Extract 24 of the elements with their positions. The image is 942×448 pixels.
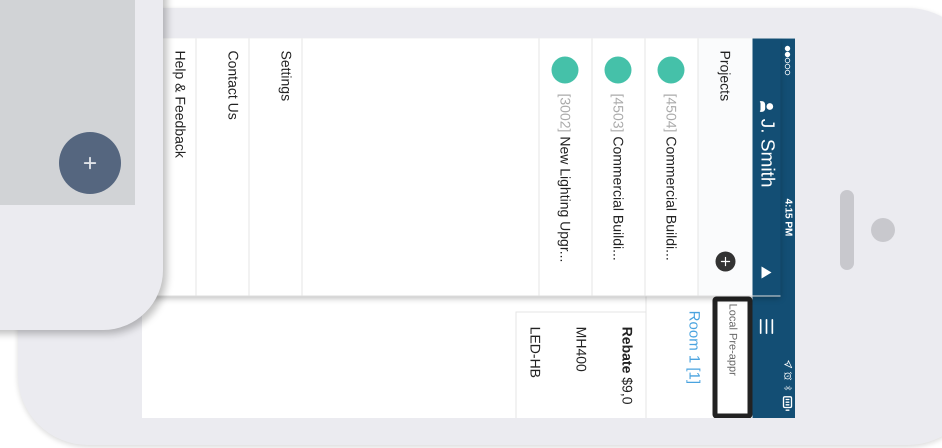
project-item[interactable]: [4503] Commercial Buildi...	[591, 38, 644, 296]
projects-heading: Projects	[716, 50, 734, 101]
add-project-button[interactable]	[715, 251, 735, 272]
project-title: [3002] New Lighting Upgr...	[556, 93, 574, 262]
caret-icon[interactable]	[760, 265, 772, 280]
status-time: 4:15 PM	[781, 198, 794, 236]
fixture-label: MH400	[572, 326, 590, 374]
plus-icon	[718, 254, 732, 268]
search-field[interactable]: Local Pre-appr	[712, 296, 752, 418]
plus-icon	[81, 154, 99, 172]
location-icon	[783, 358, 792, 368]
user-icon	[758, 98, 774, 114]
rebate-amount: Rebate $9,0	[618, 326, 636, 404]
menu-item[interactable]: Settings	[275, 50, 296, 101]
project-item[interactable]: [4504] Commercial Buildi...	[644, 38, 697, 296]
signal-icon	[784, 45, 790, 75]
menu-item[interactable]: Contact Us	[222, 50, 243, 120]
menu-item[interactable]: Help & Feedback	[169, 50, 190, 158]
project-title: [4503] Commercial Buildi...	[610, 93, 628, 260]
project-item[interactable]: [3002] New Lighting Upgr...	[538, 38, 591, 296]
user-name[interactable]: J. Smith	[752, 118, 780, 187]
fixture-label: LED-HB	[526, 326, 544, 380]
project-title: [4504] Commercial Buildi...	[662, 93, 680, 260]
alarm-icon	[783, 370, 792, 380]
